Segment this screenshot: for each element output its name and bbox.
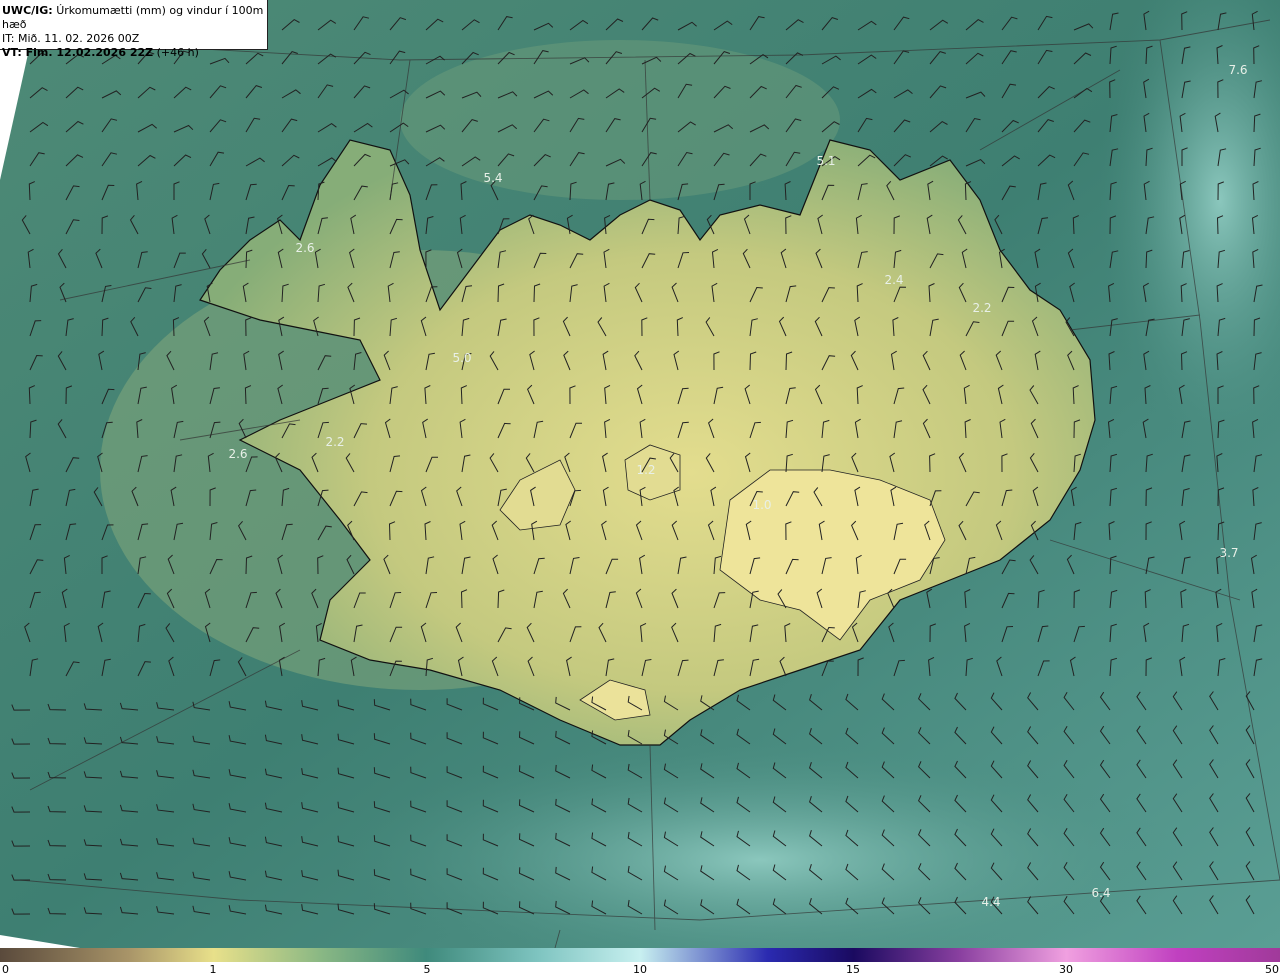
colorbar-tick: 30 [1059,963,1073,976]
colorbar-tick: 5 [423,963,431,976]
value-label: 2.2 [325,435,344,449]
value-label: 5.4 [483,171,502,185]
issue-time: IT: Mið. 11. 02. 2026 00Z [2,32,140,45]
value-label: 2.4 [884,273,903,287]
lead-time: (+46 h) [156,46,199,59]
weather-map: 7.6 5.4 5.1 2.6 2.4 2.2 5.0 2.2 2.6 1.2 … [0,0,1280,978]
value-label: 4.4 [981,895,1000,909]
value-label: 5.0 [452,351,471,365]
value-label: 1.2 [636,463,655,477]
map-canvas: 7.6 5.4 5.1 2.6 2.4 2.2 5.0 2.2 2.6 1.2 … [0,0,1280,948]
value-label: 6.4 [1091,886,1110,900]
title-line: UWC/IG: Úrkomumætti (mm) og vindur í 100… [2,4,267,32]
valid-time: VT: Fim. 12.02.2026 22Z [2,46,154,59]
colorbar-gradient [0,948,1280,962]
value-label: 1.0 [752,498,771,512]
colorbar-tick: 1 [209,963,217,976]
value-label: 3.7 [1219,546,1238,560]
value-label: 7.6 [1228,63,1247,77]
colorbar-tick: 10 [633,963,647,976]
valid-time-line: VT: Fim. 12.02.2026 22Z (+46 h) [2,46,267,60]
value-label: 5.1 [816,154,835,168]
value-label: 2.6 [295,241,314,255]
product-code: UWC/IG: [2,4,53,17]
value-label: 2.2 [972,301,991,315]
value-label: 2.6 [228,447,247,461]
colorbar-tick: 15 [846,963,860,976]
colorbar-tick: 50 [1265,963,1279,976]
colorbar-tick: 0 [2,963,9,976]
colorbar [0,948,1280,962]
map-info-box: UWC/IG: Úrkomumætti (mm) og vindur í 100… [0,0,268,59]
